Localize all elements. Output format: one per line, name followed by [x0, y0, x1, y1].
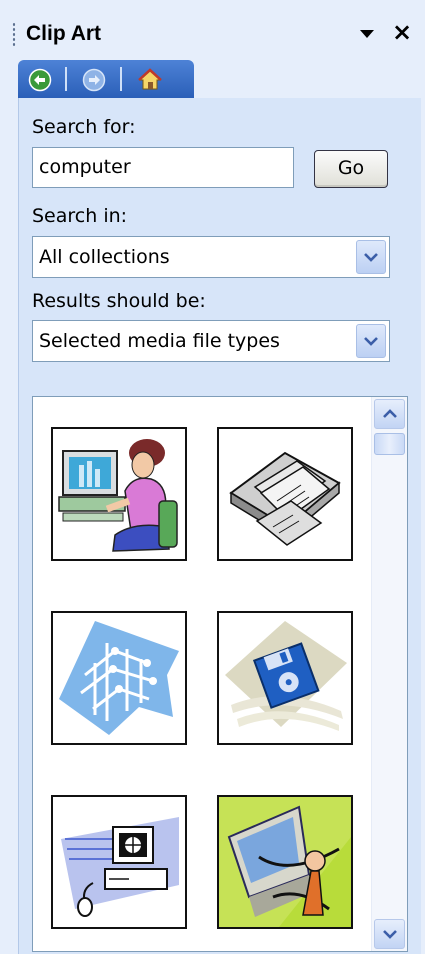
woman-at-computer-icon: [58, 439, 178, 552]
scroll-down-button[interactable]: [374, 919, 405, 949]
clip-circuit-board[interactable]: [51, 611, 187, 745]
search-in-select[interactable]: All collections: [32, 236, 390, 278]
desktop-computer-mouse-icon: [61, 817, 179, 917]
pane-title-bar: Clip Art ×: [0, 0, 425, 60]
home-icon: [138, 68, 162, 90]
close-button[interactable]: ×: [390, 20, 414, 44]
search-in-label: Search in:: [32, 205, 128, 227]
results-scrollbar[interactable]: [371, 397, 407, 951]
scroll-up-button[interactable]: [374, 399, 405, 429]
nav-separator: [120, 67, 122, 91]
chevron-down-icon: [382, 930, 397, 939]
clip-blue-floppy-disk[interactable]: [217, 611, 353, 745]
floppy-disks-tray-icon: [229, 451, 341, 546]
results-should-be-label: Results should be:: [32, 290, 206, 312]
clip-woman-at-computer[interactable]: [51, 427, 187, 561]
search-for-label: Search for:: [32, 116, 136, 138]
clip-desktop-computer[interactable]: [51, 795, 187, 929]
clip-abstract-computer-art[interactable]: [217, 795, 353, 929]
circuit-board-icon: [59, 621, 179, 735]
clip-floppy-disks-tray[interactable]: [217, 427, 353, 561]
chevron-down-icon[interactable]: [356, 324, 386, 358]
scroll-thumb[interactable]: [374, 433, 405, 455]
clip-art-pane: Clip Art × Search for: computer Go Searc…: [0, 0, 425, 954]
forward-button[interactable]: [80, 66, 108, 94]
search-input[interactable]: computer: [32, 147, 294, 188]
results-list[interactable]: [32, 396, 408, 952]
media-types-select[interactable]: Selected media file types: [32, 320, 390, 362]
abstract-computer-art-icon: [219, 797, 351, 927]
forward-arrow-icon: [82, 68, 106, 92]
back-arrow-icon: [28, 68, 52, 92]
blue-floppy-disk-icon: [225, 621, 347, 731]
media-types-value: Selected media file types: [39, 330, 280, 352]
back-button[interactable]: [26, 66, 54, 94]
chevron-up-icon: [382, 409, 397, 418]
search-in-value: All collections: [39, 246, 170, 268]
pane-title: Clip Art: [26, 22, 102, 45]
dropdown-arrow-icon[interactable]: [360, 30, 374, 38]
grip-icon[interactable]: [12, 22, 16, 46]
chevron-down-icon[interactable]: [356, 240, 386, 274]
navigation-bar: [18, 60, 194, 98]
nav-separator: [65, 67, 67, 91]
home-button[interactable]: [136, 66, 164, 94]
go-button[interactable]: Go: [314, 150, 388, 188]
